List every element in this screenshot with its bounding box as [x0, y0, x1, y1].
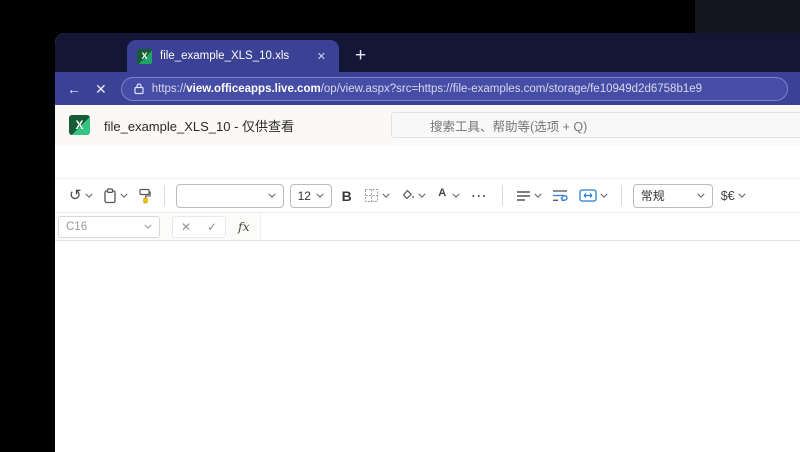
back-icon[interactable]: ← [67, 82, 81, 96]
formula-input[interactable] [259, 213, 800, 240]
borders-button[interactable] [362, 186, 392, 205]
more-format-options-button[interactable]: ⋯ [468, 186, 491, 206]
align-button[interactable] [514, 188, 544, 204]
fill-color-button[interactable] [398, 186, 428, 206]
format-painter-icon [138, 188, 151, 203]
browser-toolbar: ← ✕ https://view.officeapps.live.com/op/… [55, 72, 800, 105]
number-format-value: 常规 [640, 189, 665, 203]
name-box-value: C16 [66, 220, 88, 233]
chevron-down-icon [697, 193, 705, 198]
search-input[interactable]: 搜索工具、帮助等(选项 + Q) [391, 112, 800, 138]
chevron-down-icon [600, 193, 608, 198]
chevron-down-icon [534, 193, 542, 198]
toolbar-divider [163, 185, 165, 206]
zoom-window-button[interactable] [111, 48, 122, 59]
browser-window: X file_example_XLS_10.xls ✕ + ← ✕ https:… [55, 33, 800, 452]
bold-button[interactable]: B [338, 188, 356, 204]
chevron-down-icon [144, 224, 152, 229]
formula-buttons: ✕ ✓ [172, 215, 226, 238]
align-icon [516, 190, 530, 201]
name-box[interactable]: C16 [58, 215, 160, 238]
excel-file-icon: X [137, 48, 152, 64]
office-title-bar: X file_example_XLS_10 - 仅供查看 搜索工具、帮助等(选项… [55, 105, 800, 145]
close-window-button[interactable] [73, 48, 84, 59]
window-controls [73, 48, 122, 59]
font-size-combo[interactable]: 12 [289, 183, 332, 208]
merge-cells-button[interactable] [577, 187, 610, 204]
excel-logo-icon: X [69, 115, 90, 135]
background-window-fragment [695, 0, 800, 33]
chevron-down-icon [382, 193, 390, 198]
font-size-value: 12 [297, 188, 311, 203]
fill-color-icon [400, 188, 415, 204]
font-color-icon: A [438, 186, 447, 199]
enter-button[interactable]: ✓ [199, 217, 225, 237]
wrap-text-button[interactable] [550, 187, 571, 204]
toolbar-divider [501, 185, 503, 206]
insert-function-button[interactable]: fx [238, 219, 250, 234]
url-domain: view.officeapps.live.com [186, 82, 321, 95]
chevron-down-icon [119, 193, 128, 198]
chevron-down-icon [84, 193, 93, 198]
stop-icon[interactable]: ✕ [95, 82, 107, 96]
spreadsheet-grid [55, 241, 800, 452]
font-name-combo[interactable] [175, 183, 284, 208]
toolbar-divider [620, 185, 622, 206]
cancel-button[interactable]: ✕ [173, 217, 199, 237]
currency-format-button[interactable]: $€ [719, 187, 748, 205]
number-format-combo[interactable]: 常规 [632, 183, 713, 208]
url-text: https://view.officeapps.live.com/op/view… [151, 82, 703, 95]
address-bar[interactable]: https://view.officeapps.live.com/op/view… [120, 76, 788, 101]
tab-title: file_example_XLS_10.xls [160, 50, 290, 62]
chevron-down-icon [315, 193, 324, 198]
minimize-window-button[interactable] [92, 48, 103, 59]
document-title: file_example_XLS_10 - 仅供查看 [104, 118, 295, 134]
browser-tab[interactable]: X file_example_XLS_10.xls ✕ [127, 40, 339, 72]
wrap-text-icon [552, 190, 568, 201]
formula-bar: C16 ✕ ✓ fx [55, 213, 800, 241]
chevron-down-icon [452, 193, 460, 198]
clipboard-icon [103, 187, 116, 203]
new-tab-button[interactable]: + [355, 45, 366, 67]
undo-button[interactable]: ↺ [67, 186, 95, 205]
close-tab-icon[interactable]: ✕ [314, 50, 329, 63]
currency-label: $€ [720, 188, 735, 203]
font-color-button[interactable]: A [434, 186, 462, 206]
menu-bar [55, 145, 800, 178]
chevron-down-icon [418, 193, 426, 198]
format-painter-button[interactable] [136, 186, 153, 206]
merge-cells-icon [579, 189, 597, 202]
chevron-down-icon [267, 193, 276, 198]
ribbon-toolbar: ↺ 12 B A ⋯ 常规 $€ [55, 178, 800, 213]
paste-button[interactable] [101, 186, 130, 206]
browser-tab-strip: X file_example_XLS_10.xls ✕ + [55, 33, 800, 72]
padlock-icon [134, 83, 144, 95]
undo-icon: ↺ [69, 187, 82, 204]
chevron-down-icon [738, 193, 746, 198]
borders-icon [364, 189, 378, 202]
